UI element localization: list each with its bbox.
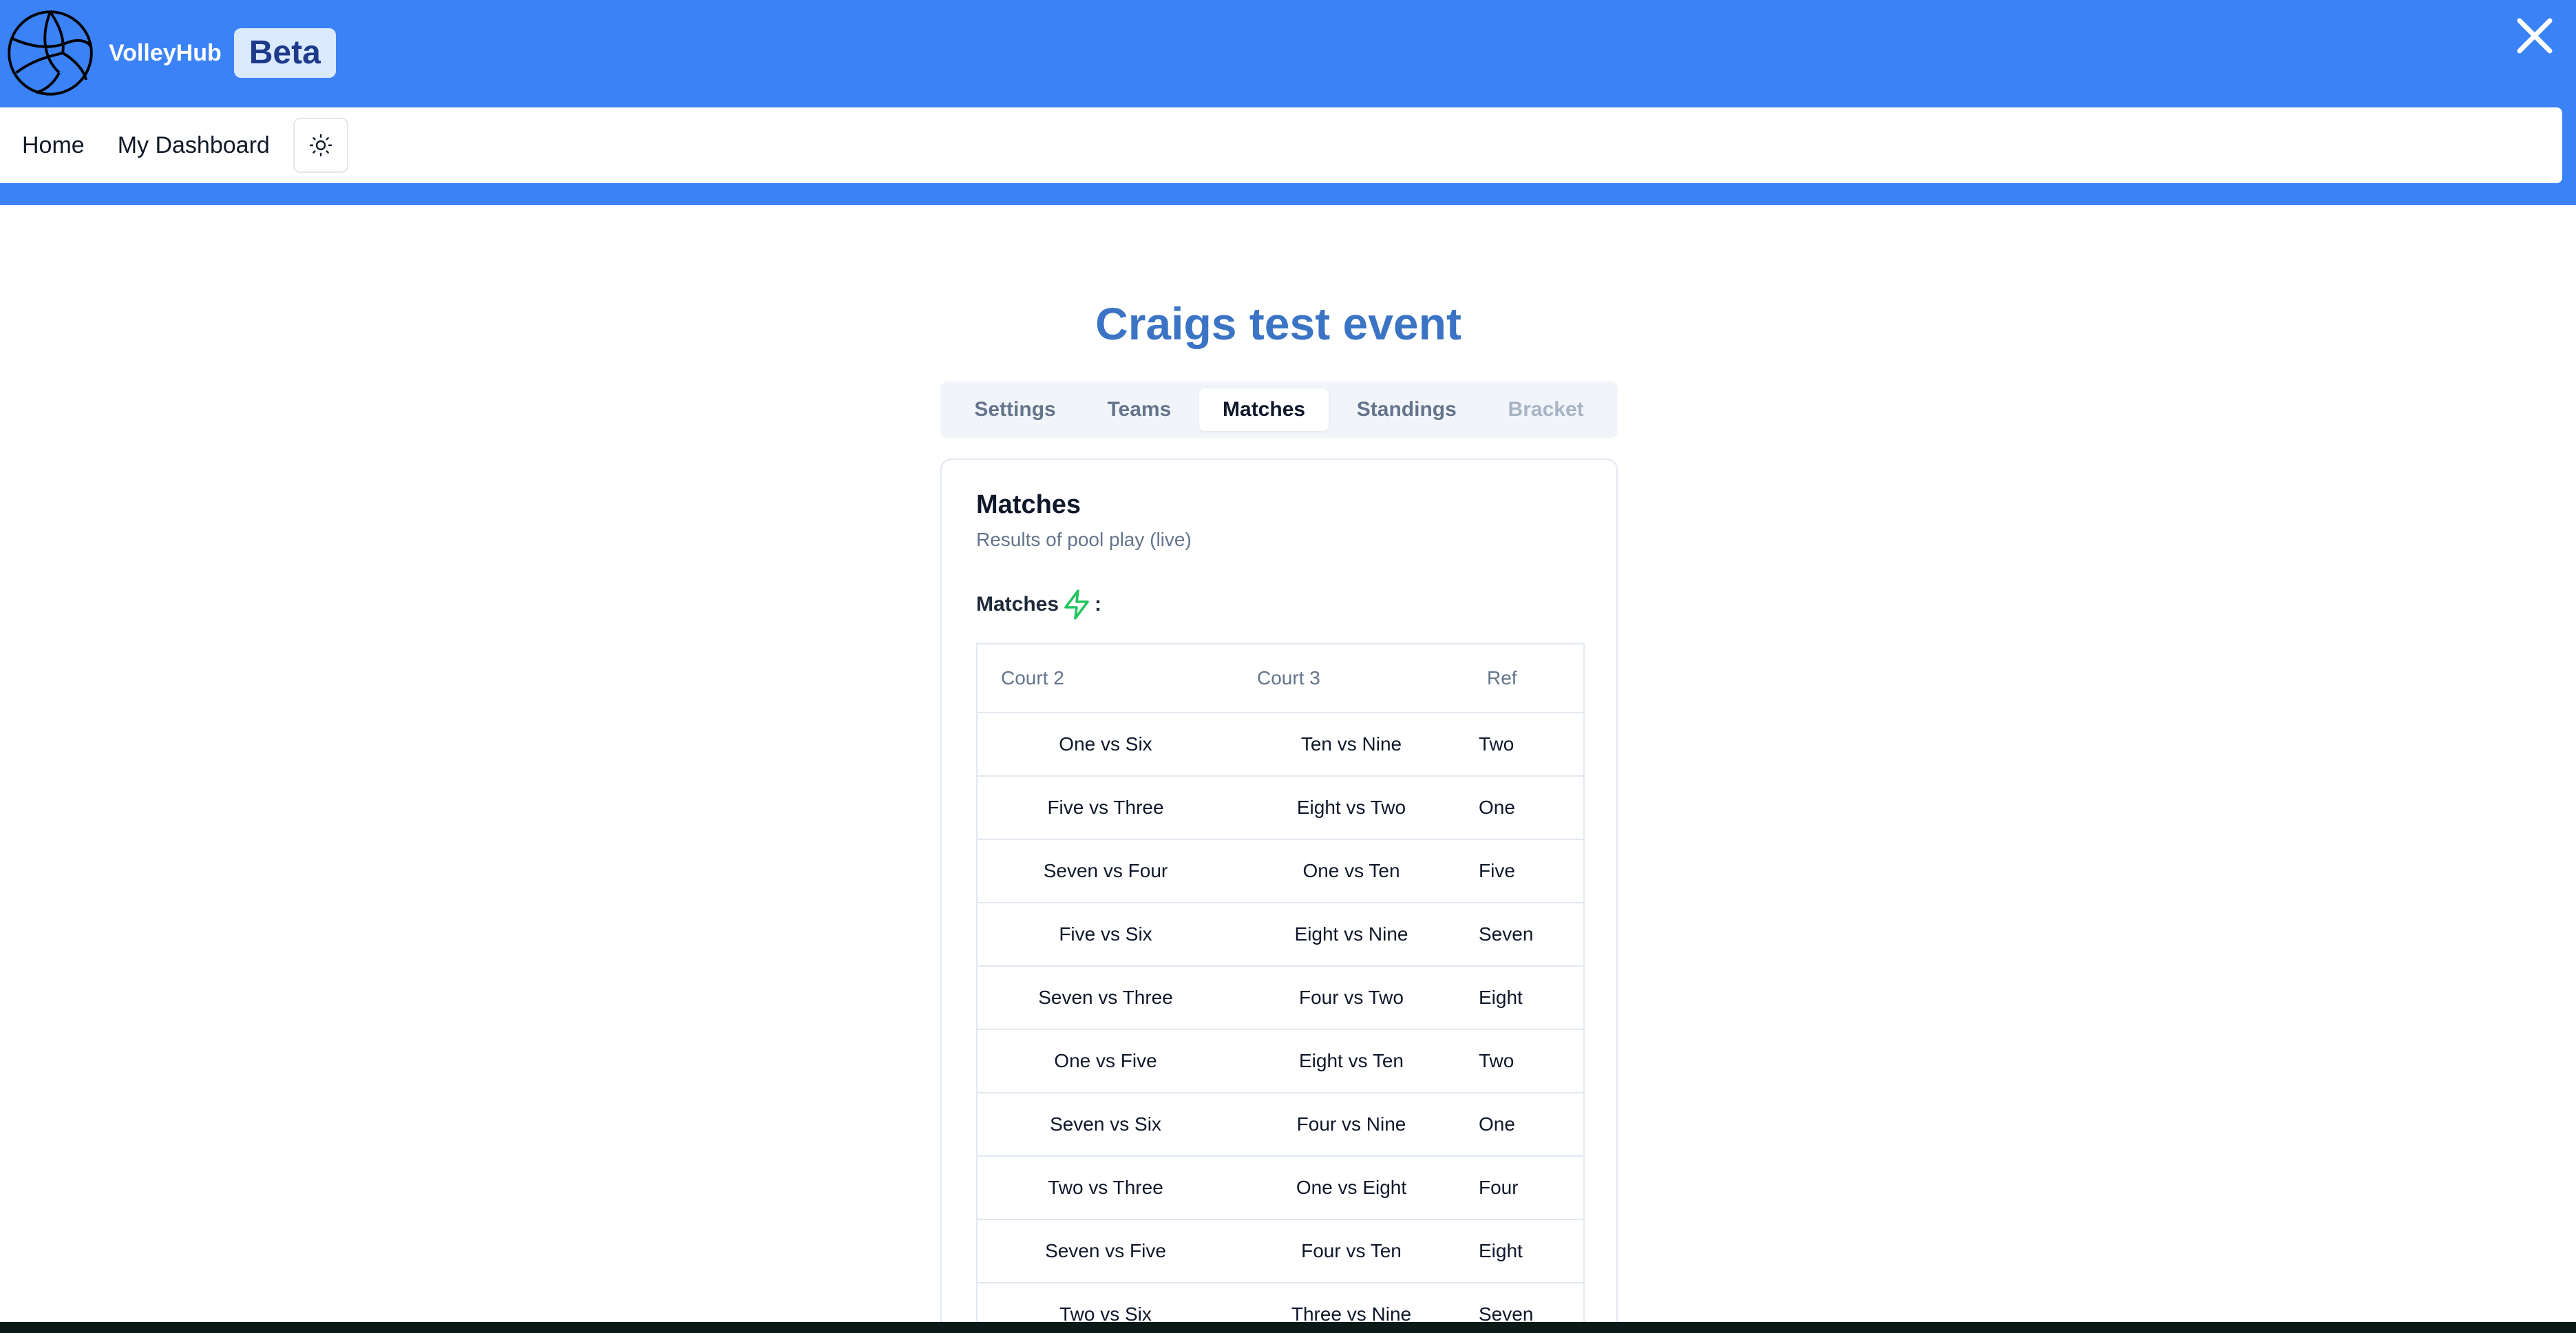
court-3-match: Four vs Ten xyxy=(1234,1219,1469,1283)
tab-bracket: Bracket xyxy=(1508,398,1584,421)
court-2-match: Five vs Six xyxy=(978,903,1234,967)
tab-settings[interactable]: Settings xyxy=(951,388,1079,431)
court-2-match: Seven vs Five xyxy=(978,1219,1234,1283)
nav-home-link[interactable]: Home xyxy=(22,132,85,159)
ref-team: One xyxy=(1469,776,1583,840)
court-3-match: Eight vs Nine xyxy=(1234,903,1469,967)
ref-team: Two xyxy=(1469,1029,1583,1093)
tab-matches[interactable]: Matches xyxy=(1199,388,1329,431)
ref-team: Two xyxy=(1469,713,1583,777)
main-nav: Home My Dashboard xyxy=(0,107,2562,183)
matches-label-text: Matches xyxy=(976,593,1059,616)
court-3-match: One vs Eight xyxy=(1234,1156,1469,1220)
table-row: Five vs Six Eight vs Nine Seven xyxy=(978,903,1583,967)
table-row: Seven vs Three Four vs Two Eight xyxy=(978,966,1583,1030)
table-row: Five vs Three Eight vs Two One xyxy=(978,776,1583,840)
card-description: Results of pool play (live) xyxy=(976,529,1192,550)
ref-team: Eight xyxy=(1469,966,1583,1030)
column-header-court-3: Court 3 xyxy=(1234,644,1469,713)
lightning-icon xyxy=(1064,589,1089,620)
column-header-ref: Ref xyxy=(1469,644,1583,713)
close-icon[interactable] xyxy=(2513,14,2557,58)
matches-label-colon: : xyxy=(1095,593,1102,616)
table-row: One vs Five Eight vs Ten Two xyxy=(978,1029,1583,1093)
event-title: Craigs test event xyxy=(1095,298,1461,349)
court-2-match: Two vs Three xyxy=(978,1156,1234,1220)
matches-card: Matches Results of pool play (live) Matc… xyxy=(940,459,1618,1333)
court-3-match: One vs Ten xyxy=(1234,839,1469,903)
table-row: Seven vs Four One vs Ten Five xyxy=(978,839,1583,903)
header-bar: VolleyHub Beta Home My Dashboard xyxy=(0,0,2576,205)
theme-toggle-button[interactable] xyxy=(293,118,348,173)
tab-teams[interactable]: Teams xyxy=(1084,388,1194,431)
window-bottom-edge xyxy=(0,1322,2576,1333)
sun-icon xyxy=(309,134,332,157)
ref-team: One xyxy=(1469,1093,1583,1157)
beta-badge: Beta xyxy=(233,28,336,78)
app-window: VolleyHub Beta Home My Dashboard Craigs … xyxy=(0,0,2576,1333)
court-3-match: Eight vs Ten xyxy=(1234,1029,1469,1093)
court-2-match: One vs Six xyxy=(978,713,1234,777)
volleyball-logo-icon xyxy=(8,10,93,96)
table-header-row: Court 2 Court 3 Ref xyxy=(978,644,1583,713)
court-3-match: Four vs Nine xyxy=(1234,1093,1469,1157)
table-row: Seven vs Five Four vs Ten Eight xyxy=(978,1219,1583,1283)
court-2-match: Seven vs Six xyxy=(978,1093,1234,1157)
table-row: Two vs Three One vs Eight Four xyxy=(978,1156,1583,1220)
court-3-match: Ten vs Nine xyxy=(1234,713,1469,777)
nav-dashboard-link[interactable]: My Dashboard xyxy=(118,132,270,159)
court-2-match: Five vs Three xyxy=(978,776,1234,840)
matches-table: Court 2 Court 3 Ref One vs Six Ten vs Ni… xyxy=(976,643,1585,1333)
tab-standings[interactable]: Standings xyxy=(1333,388,1480,431)
court-3-match: Four vs Two xyxy=(1234,966,1469,1030)
court-3-match: Eight vs Two xyxy=(1234,776,1469,840)
table-row: Seven vs Six Four vs Nine One xyxy=(978,1093,1583,1157)
ref-team: Four xyxy=(1469,1156,1583,1220)
court-2-match: One vs Five xyxy=(978,1029,1234,1093)
brand[interactable]: VolleyHub Beta xyxy=(6,7,336,99)
ref-team: Five xyxy=(1469,839,1583,903)
column-header-court-2: Court 2 xyxy=(978,644,1234,713)
app-name: VolleyHub xyxy=(109,39,222,66)
court-2-match: Seven vs Four xyxy=(978,839,1234,903)
table-row: One vs Six Ten vs Nine Two xyxy=(978,713,1583,777)
ref-team: Seven xyxy=(1469,903,1583,967)
matches-live-label: Matches : xyxy=(976,588,1101,621)
ref-team: Eight xyxy=(1469,1219,1583,1283)
event-tabs: Settings Teams Matches Standings Bracket xyxy=(940,381,1618,438)
court-2-match: Seven vs Three xyxy=(978,966,1234,1030)
card-title: Matches xyxy=(976,490,1081,519)
